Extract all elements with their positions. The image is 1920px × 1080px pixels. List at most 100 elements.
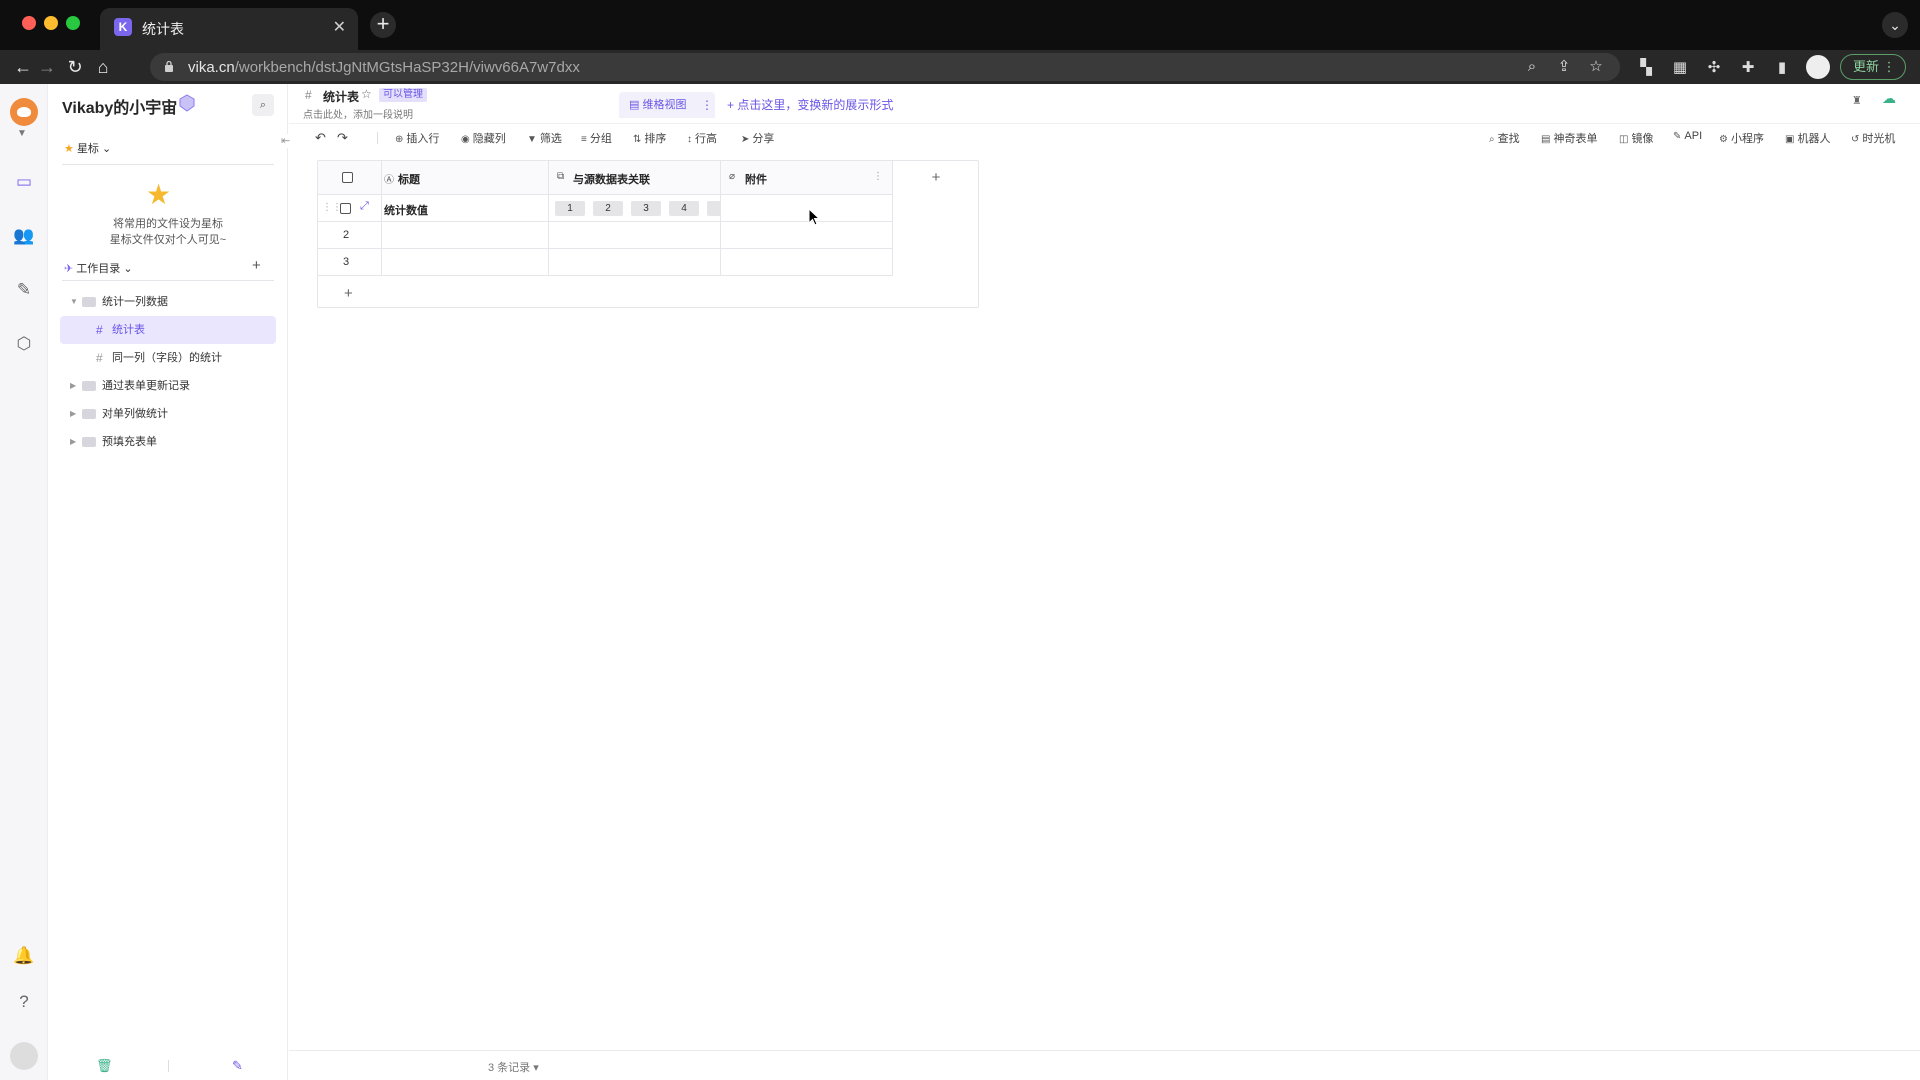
back-icon[interactable]: ←: [12, 56, 34, 78]
widget-button[interactable]: ⚙ 小程序: [1719, 130, 1764, 146]
drag-handle-icon[interactable]: ⋮⋮: [322, 202, 342, 213]
home-icon[interactable]: ⌂: [92, 56, 114, 78]
tab-search-button[interactable]: ⌄: [1882, 12, 1908, 38]
folder-icon: [82, 409, 96, 419]
caret-right-icon[interactable]: ▶: [70, 400, 76, 428]
bookmark-star-icon[interactable]: ☆: [1586, 57, 1606, 77]
template-explore-icon[interactable]: ✎: [12, 278, 36, 302]
cell-title[interactable]: 统计数值: [382, 195, 549, 222]
extension-icon[interactable]: ✣: [1704, 58, 1724, 78]
template-center-icon[interactable]: ✎: [232, 1058, 243, 1074]
cell-attachment[interactable]: [721, 195, 893, 222]
tree-item-folder[interactable]: ▼ 统计一列数据: [60, 288, 276, 316]
browser-tab-active[interactable]: K 统计表 ✕: [100, 8, 358, 50]
cell-title[interactable]: [382, 222, 549, 249]
zoom-icon[interactable]: ⌕: [1522, 57, 1542, 77]
close-window-button[interactable]: [22, 16, 36, 30]
column-header-attachment[interactable]: ⌀ 附件 ⋮: [721, 161, 893, 195]
linked-record-chip-overflow[interactable]: [707, 201, 720, 216]
caret-right-icon[interactable]: ▶: [70, 428, 76, 456]
hide-fields-button[interactable]: ◉ 隐藏列: [461, 130, 506, 146]
workbench-icon[interactable]: ▭: [12, 170, 36, 194]
tree-item-folder[interactable]: ▶ 通过表单更新记录: [60, 372, 276, 400]
select-all-checkbox[interactable]: [342, 172, 353, 183]
caret-right-icon[interactable]: ▶: [70, 372, 76, 400]
row-height-button[interactable]: ↕ 行高: [687, 130, 717, 146]
table-row[interactable]: 3: [318, 249, 893, 276]
linked-record-chip[interactable]: 3: [631, 201, 661, 216]
extensions-puzzle-icon[interactable]: ✚: [1738, 58, 1758, 78]
linked-record-chip[interactable]: 2: [593, 201, 623, 216]
caret-down-icon[interactable]: ▼: [70, 288, 78, 316]
add-view-button[interactable]: + 点击这里，变换新的展示形式: [727, 92, 893, 118]
tool-label: 插入行: [406, 133, 440, 145]
share-icon[interactable]: ⇪: [1554, 57, 1574, 77]
chevron-down-icon[interactable]: ▼: [17, 128, 27, 139]
tree-item-folder[interactable]: ▶ 预填充表单: [60, 428, 276, 456]
table-row[interactable]: ⋮⋮ ⤢ 统计数值 1 2 3 4: [318, 195, 893, 222]
extension-icon[interactable]: ▚: [1636, 58, 1656, 78]
datasheet-title[interactable]: 统计表: [323, 88, 359, 105]
form-button[interactable]: ▤ 神奇表单: [1541, 130, 1597, 146]
redo-icon[interactable]: ↷: [337, 130, 348, 146]
favorite-star-icon[interactable]: ☆: [361, 87, 372, 101]
space-avatar[interactable]: [10, 98, 38, 126]
table-row[interactable]: 2: [318, 222, 893, 249]
sort-button[interactable]: ⇅ 排序: [633, 130, 666, 146]
linked-record-chip[interactable]: 4: [669, 201, 699, 216]
cell-attachment[interactable]: [721, 222, 893, 249]
datasheet-description[interactable]: 点击此处，添加一段说明: [303, 106, 413, 121]
tree-item-folder[interactable]: ▶ 对单列做统计: [60, 400, 276, 428]
space-name[interactable]: Vikaby的小宇宙: [62, 94, 177, 118]
group-button[interactable]: ≡ 分组: [581, 130, 612, 146]
undo-icon[interactable]: ↶: [315, 130, 326, 146]
starred-section-header[interactable]: ★ 星标 ⌄: [64, 140, 111, 156]
search-button[interactable]: ⌕ 查找: [1489, 130, 1520, 146]
time-machine-button[interactable]: ↺ 时光机: [1851, 130, 1895, 146]
tab-close-icon[interactable]: ✕: [333, 17, 346, 37]
profile-avatar[interactable]: [1806, 55, 1830, 79]
view-more-icon[interactable]: ⋮: [701, 92, 713, 118]
catalog-section-header[interactable]: ✈ 工作目录 ⌄: [64, 260, 133, 276]
column-header-title[interactable]: Ⓐ 标题: [382, 161, 549, 195]
cell-attachment[interactable]: [721, 249, 893, 276]
add-node-button[interactable]: +: [252, 257, 261, 274]
help-icon[interactable]: ?: [12, 990, 36, 1014]
expand-record-icon[interactable]: ⤢: [360, 200, 369, 213]
insert-row-button[interactable]: ⊕ 插入行: [395, 130, 439, 146]
api-button[interactable]: ✎ API: [1673, 130, 1702, 142]
cell-link[interactable]: 1 2 3 4: [549, 195, 721, 222]
linked-record-chip[interactable]: 1: [555, 201, 585, 216]
column-header-link[interactable]: ⧉ 与源数据表关联: [549, 161, 721, 195]
extension-icon[interactable]: ▦: [1670, 58, 1690, 78]
tree-item-datasheet[interactable]: # 同一列（字段）的统计: [60, 344, 276, 372]
members-icon[interactable]: 👥: [12, 224, 36, 248]
cell-link[interactable]: [549, 222, 721, 249]
robot-button[interactable]: ▣ 机器人: [1785, 130, 1830, 146]
notification-bell-icon[interactable]: 🔔: [12, 944, 36, 968]
forward-icon[interactable]: →: [36, 56, 58, 78]
share-button[interactable]: ➤ 分享: [741, 130, 774, 146]
user-avatar[interactable]: [10, 1042, 38, 1070]
search-icon[interactable]: ⌕: [252, 94, 274, 116]
cell-link[interactable]: [549, 249, 721, 276]
collaborator-avatar[interactable]: ♜: [1852, 94, 1866, 108]
maximize-window-button[interactable]: [66, 16, 80, 30]
address-bar[interactable]: vika.cn/workbench/dstJgNtMGtsHaSP32H/viw…: [150, 53, 1620, 81]
filter-button[interactable]: ▼ 筛选: [527, 130, 562, 146]
add-field-button[interactable]: +: [894, 169, 978, 186]
record-count[interactable]: 3 条记录 ▾: [488, 1059, 539, 1075]
side-panel-icon[interactable]: ▮: [1772, 58, 1792, 78]
column-more-icon[interactable]: ⋮: [873, 171, 883, 182]
new-tab-button[interactable]: +: [370, 12, 396, 38]
add-record-button[interactable]: +: [344, 285, 353, 302]
reload-icon[interactable]: ↻: [64, 56, 86, 78]
cell-title[interactable]: [382, 249, 549, 276]
update-button[interactable]: 更新 ⋮: [1840, 54, 1906, 80]
settings-hexagon-icon[interactable]: ⬡: [12, 332, 36, 356]
minimize-window-button[interactable]: [44, 16, 58, 30]
tree-item-datasheet-active[interactable]: # 统计表: [60, 316, 276, 344]
mirror-button[interactable]: ◫ 镜像: [1619, 130, 1653, 146]
row-checkbox[interactable]: [340, 203, 351, 214]
trash-icon[interactable]: 🗑: [96, 1058, 113, 1074]
